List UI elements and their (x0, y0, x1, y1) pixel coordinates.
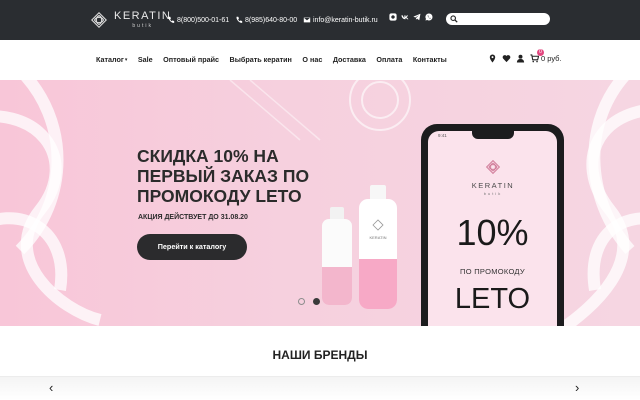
instagram-icon[interactable] (389, 13, 397, 21)
discount-percent: 10% (456, 212, 529, 253)
nav-sale[interactable]: Sale (138, 55, 153, 64)
chevron-left-icon[interactable]: ‹ (49, 380, 53, 396)
nav-about[interactable]: О нас (302, 55, 322, 64)
social-links (389, 13, 433, 21)
user-icon[interactable] (516, 54, 525, 63)
phone-icon (236, 16, 243, 23)
logo-icon (485, 159, 501, 175)
email-link[interactable]: info@keratin-butik.ru (303, 14, 378, 26)
cart-button[interactable]: 0 0 руб. (530, 49, 562, 63)
phone-logo-word: KERATIN (471, 181, 515, 190)
product-bottle-large: KERATIN (359, 185, 397, 309)
search-icon[interactable] (450, 15, 458, 23)
main-nav-bar: Каталог ▾ Sale Оптовый прайс Выбрать кер… (0, 40, 640, 80)
nav-payment[interactable]: Оплата (376, 55, 402, 64)
logo-sub: butik (132, 23, 153, 29)
chevron-down-icon: ▾ (124, 56, 128, 63)
email-address: info@keratin-butik.ru (313, 16, 378, 24)
heart-icon[interactable] (502, 54, 511, 63)
chevron-right-icon[interactable]: › (575, 380, 579, 396)
cart-count-badge: 0 (537, 49, 544, 56)
bottle-label: KERATIN (369, 235, 386, 240)
phone-number-1: 8(800)500-01-61 (177, 16, 230, 24)
main-nav: Каталог ▾ Sale Оптовый прайс Выбрать кер… (96, 55, 457, 64)
phone-logo: KERATIN butik (468, 159, 518, 196)
location-pin-icon[interactable] (488, 54, 497, 63)
phone-link-2[interactable]: 8(985)640-80-00 (235, 14, 297, 26)
product-bottle-small (322, 207, 352, 305)
brands-title: НАШИ БРЕНДЫ (272, 348, 368, 362)
promo-code: LETO (454, 283, 531, 315)
nav-catalog-label: Каталог (96, 55, 124, 64)
go-to-catalog-button[interactable]: Перейти к каталогу (137, 234, 247, 260)
nav-choose-keratin[interactable]: Выбрать кератин (230, 55, 292, 64)
nav-catalog[interactable]: Каталог ▾ (96, 55, 127, 64)
logo-word: KERATIN (114, 10, 172, 22)
promo-banner[interactable]: СКИДКА 10% НА ПЕРВЫЙ ЗАКАЗ ПО ПРОМОКОДУ … (0, 80, 640, 326)
nav-contacts[interactable]: Контакты (413, 55, 447, 64)
banner-note: АКЦИЯ ДЕЙСТВУЕТ ДО 31.08.20 (138, 214, 248, 221)
phone-logo-sub: butik (483, 190, 503, 196)
phone-mockup: 9:41 KERATIN butik 10% ПО ПРОМОКОДУ LETO (421, 124, 564, 326)
search-input[interactable] (446, 13, 550, 25)
phone-time: 9:41 (438, 133, 447, 138)
phone-link-1[interactable]: 8(800)500-01-61 (167, 14, 229, 26)
phone-number-2: 8(985)640-80-00 (245, 16, 298, 24)
brands-carousel (0, 376, 640, 400)
promo-label: ПО ПРОМОКОДУ (460, 267, 525, 276)
nav-wholesale-price[interactable]: Оптовый прайс (163, 55, 219, 64)
mail-icon (303, 17, 311, 23)
phone-screen: 9:41 KERATIN butik 10% ПО ПРОМОКОДУ LETO (428, 131, 557, 326)
nav-delivery[interactable]: Доставка (333, 55, 366, 64)
telegram-icon[interactable] (413, 13, 421, 21)
slider-dot-1[interactable] (298, 298, 305, 305)
top-bar: KERATIN butik 8(800)500-01-61 8(985)640-… (0, 0, 640, 40)
phone-notch (472, 131, 514, 139)
phone-icon (168, 16, 175, 23)
banner-title: СКИДКА 10% НА ПЕРВЫЙ ЗАКАЗ ПО ПРОМОКОДУ … (137, 146, 310, 206)
cart-total: 0 руб. (541, 54, 562, 63)
nav-icons: 0 0 руб. (488, 49, 562, 63)
whatsapp-icon[interactable] (425, 13, 433, 21)
logo-icon (91, 12, 107, 28)
vk-icon[interactable] (401, 13, 409, 21)
